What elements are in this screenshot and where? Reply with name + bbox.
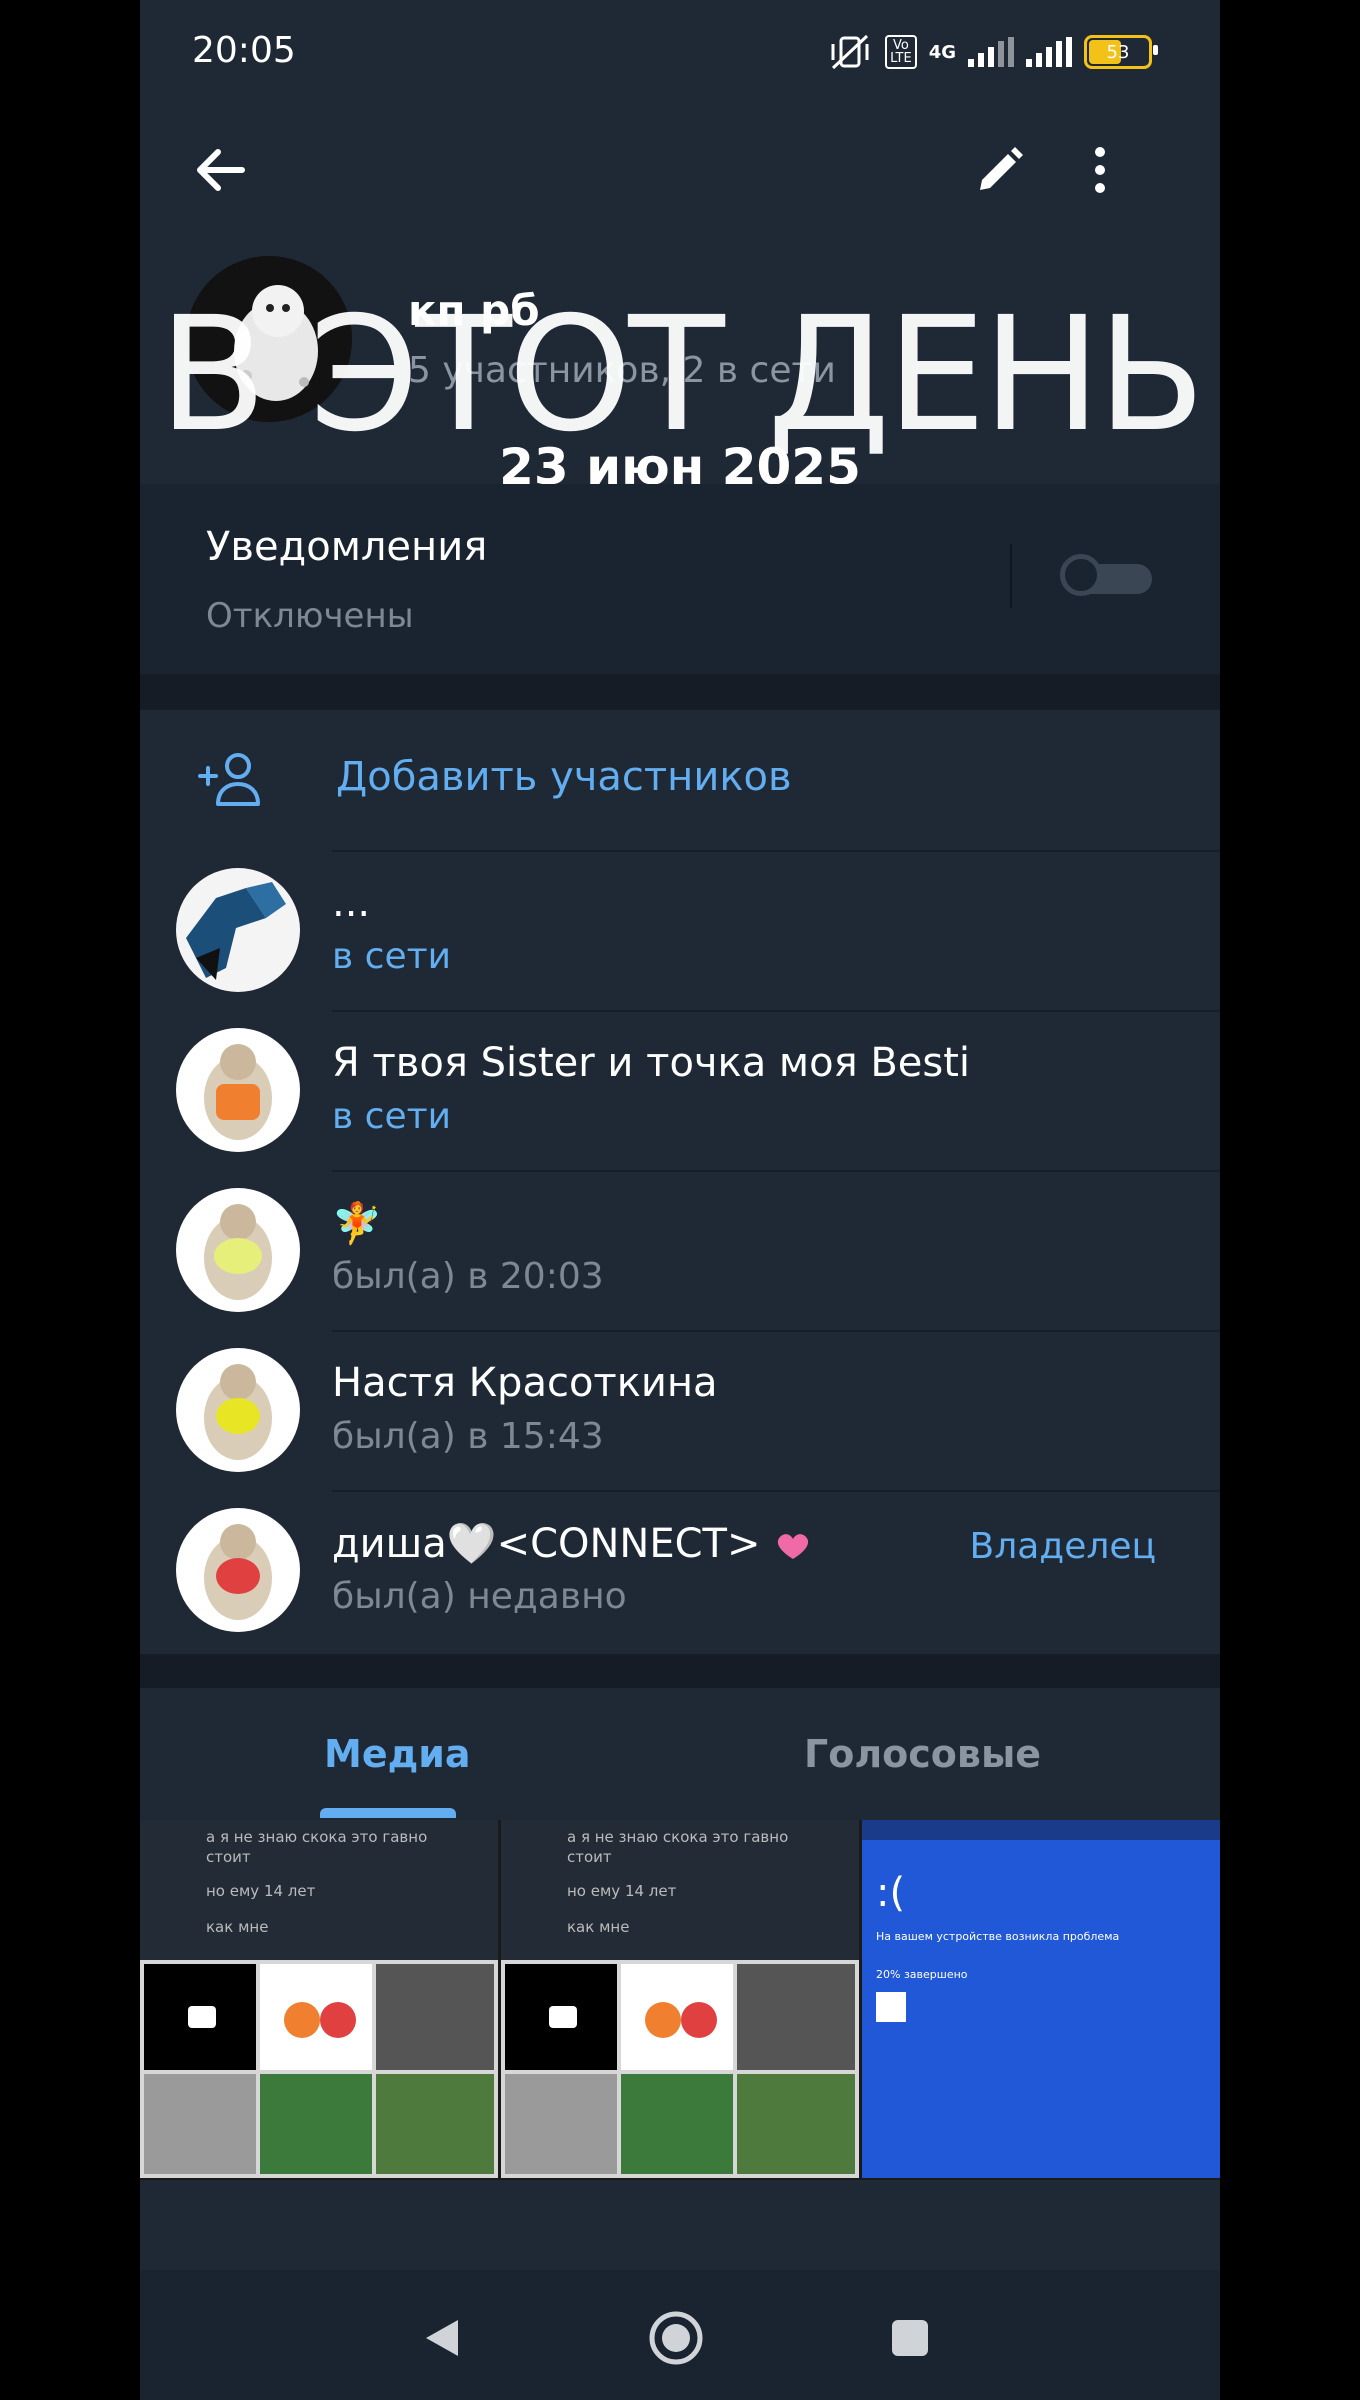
- signal-icon-2: [1026, 37, 1072, 67]
- tab-indicator: [320, 1808, 456, 1818]
- tab-media[interactable]: Медиа: [324, 1732, 471, 1776]
- signal-icon-1: [968, 37, 1014, 67]
- member-row[interactable]: Я твоя Sister и точка моя Besti в сети: [140, 1010, 1220, 1170]
- member-status: был(а) в 20:03: [332, 1256, 604, 1297]
- member-name: диша🤍<CONNECT>: [332, 1520, 813, 1567]
- back-button[interactable]: [180, 130, 260, 210]
- media-tabs: Медиа Голосовые: [140, 1688, 1220, 1820]
- tab-voice[interactable]: Голосовые: [804, 1732, 1041, 1776]
- member-status: был(а) недавно: [332, 1576, 627, 1617]
- section-separator: [140, 674, 1220, 710]
- member-status: в сети: [332, 936, 451, 977]
- thumb-text: но ему 14 лет: [567, 1882, 677, 1900]
- member-name: Настя Красоткина: [332, 1360, 718, 1406]
- divider: [1010, 544, 1012, 608]
- member-status: в сети: [332, 1096, 451, 1137]
- thumb-text: 20% завершено: [876, 1968, 968, 1981]
- thumb-text: как мне: [206, 1918, 269, 1936]
- add-members-label: Добавить участников: [336, 754, 792, 800]
- member-avatar: [176, 1348, 300, 1472]
- member-avatar: [176, 1028, 300, 1152]
- notifications-toggle[interactable]: [1060, 552, 1152, 602]
- member-avatar: [176, 868, 300, 992]
- nav-back-icon: [426, 2320, 458, 2356]
- member-avatar: [176, 1188, 300, 1312]
- thumb-text: но ему 14 лет: [206, 1882, 316, 1900]
- add-members-button[interactable]: Добавить участников: [140, 710, 1220, 850]
- section-separator: [140, 1654, 1220, 1688]
- pencil-icon: [980, 147, 1023, 190]
- back-arrow-icon: [197, 149, 245, 191]
- member-name: 🧚: [332, 1201, 382, 1247]
- member-avatar: [176, 1508, 300, 1632]
- owner-role-label: Владелец: [969, 1526, 1156, 1567]
- thumb-text: а я не знаю скока это гавно: [206, 1828, 428, 1846]
- nav-back-button[interactable]: [402, 2298, 482, 2378]
- member-name: ...: [332, 880, 371, 926]
- member-row[interactable]: диша🤍<CONNECT> Владелец был(а) недавно: [140, 1490, 1220, 1650]
- nav-recents-icon: [892, 2320, 928, 2356]
- notifications-label: Уведомления: [206, 524, 488, 570]
- system-nav-bar: [140, 2270, 1220, 2400]
- volte-badge: Vo LTE: [885, 35, 917, 69]
- more-vertical-icon: [1095, 147, 1105, 193]
- thumb-text: :(: [876, 1870, 906, 1916]
- media-thumb[interactable]: а я не знаю скока это гавно стоит но ему…: [140, 1820, 498, 2178]
- nav-recents-button[interactable]: [870, 2298, 950, 2378]
- thumb-text: На вашем устройстве возникла проблема: [876, 1930, 1120, 1943]
- status-time: 20:05: [192, 30, 296, 71]
- member-status: был(а) в 15:43: [332, 1416, 604, 1457]
- member-row[interactable]: ... в сети: [140, 850, 1220, 1010]
- member-row[interactable]: Настя Красоткина был(а) в 15:43: [140, 1330, 1220, 1490]
- thumb-text: а я не знаю скока это гавно: [567, 1828, 789, 1846]
- nav-home-icon: [649, 2311, 703, 2365]
- notifications-value: Отключены: [206, 596, 414, 636]
- heart-badge-icon: [778, 1534, 809, 1559]
- add-user-icon: [198, 753, 260, 806]
- network-type-label: 4G: [928, 41, 956, 63]
- group-info-screen: 20:05 Vo LTE 4G 53 кп рб 5 участников, 2…: [140, 0, 1220, 2400]
- battery-icon: 53: [1084, 35, 1158, 69]
- thumb-text: стоит: [567, 1848, 612, 1866]
- thumb-text: как мне: [567, 1918, 630, 1936]
- notifications-row[interactable]: Уведомления Отключены: [140, 484, 1220, 674]
- memory-overlay-title: В ЭТОТ ДЕНЬ: [158, 283, 1205, 467]
- media-grid: а я не знаю скока это гавно стоит но ему…: [140, 1820, 1220, 2180]
- member-row[interactable]: 🧚 был(а) в 20:03: [140, 1170, 1220, 1330]
- thumb-text: стоит: [206, 1848, 251, 1866]
- vibrate-off-icon: [831, 34, 869, 70]
- more-options-button[interactable]: [1060, 130, 1140, 210]
- media-thumb[interactable]: а я не знаю скока это гавно стоит но ему…: [501, 1820, 859, 2178]
- media-thumb[interactable]: :( На вашем устройстве возникла проблема…: [862, 1820, 1220, 2178]
- edit-button[interactable]: [960, 130, 1040, 210]
- member-name: Я твоя Sister и точка моя Besti: [332, 1040, 971, 1086]
- nav-home-button[interactable]: [636, 2298, 716, 2378]
- status-icons: Vo LTE 4G 53: [827, 30, 1158, 74]
